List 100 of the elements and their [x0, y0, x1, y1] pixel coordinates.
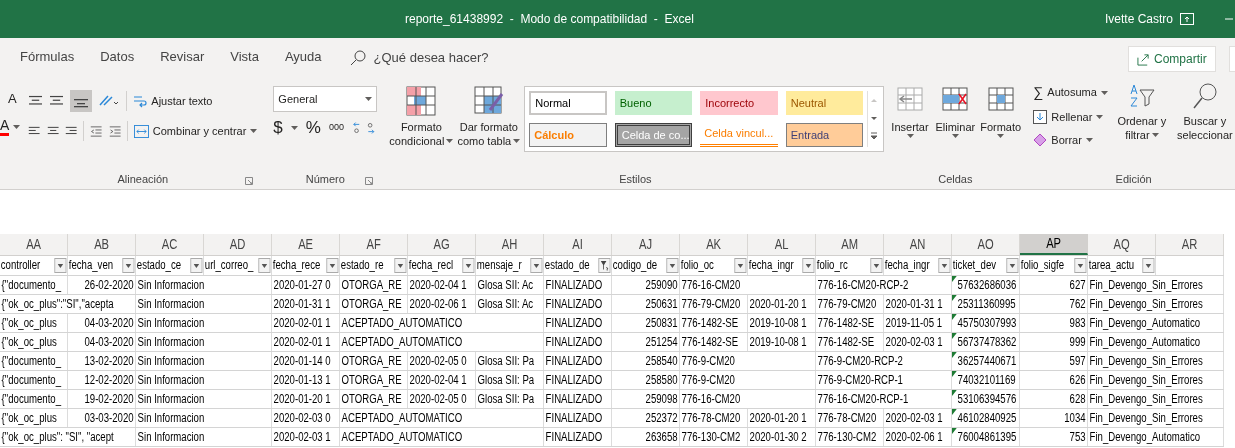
filter-icon[interactable] [598, 258, 611, 273]
table-cell-text: {"ok_oc_plus": "SI", "acept [1, 429, 114, 446]
caret-icon [365, 97, 373, 101]
table-cell-text: 2019-11-05 1 [885, 315, 942, 332]
percent-button[interactable]: % [305, 115, 321, 141]
table-cell-text: 258580 [645, 372, 678, 389]
column-header[interactable]: AN [884, 234, 952, 255]
delete-cells-button[interactable]: Eliminar [934, 86, 976, 138]
table-cell-text: Sin Informacion [137, 391, 205, 408]
column-header[interactable]: AK [680, 234, 748, 255]
error-indicator-icon[interactable] [952, 428, 957, 434]
table-cell-text: 2020-01-20 1 [749, 410, 807, 427]
column-header[interactable]: AC [136, 234, 204, 255]
table-cell-text: 2019-10-08 1 [749, 334, 807, 351]
column-header[interactable]: AP [1020, 234, 1088, 255]
ribbon-tab[interactable]: Datos [100, 47, 135, 69]
table-cell-text: FINALIZADO [545, 410, 603, 427]
column-header[interactable]: AB [68, 234, 136, 255]
ribbon-tab[interactable]: Fórmulas [20, 47, 75, 69]
user-name: Ivette Castro [1105, 11, 1174, 28]
table-cell-text: 2019-10-08 1 [749, 315, 807, 332]
error-indicator-icon[interactable] [952, 371, 957, 377]
column-header[interactable]: AR [1156, 234, 1224, 255]
format-as-table-button[interactable]: Dar formato como tabla [457, 86, 521, 152]
table-cell-text: ACEPTADO_AUTOMATICO [341, 429, 463, 446]
currency-button[interactable]: $ [273, 115, 283, 141]
table-cell-text: 776-1482-SE [817, 334, 875, 351]
column-header[interactable]: AI [544, 234, 612, 255]
column-header[interactable]: AJ [612, 234, 680, 255]
autosum-button[interactable]: ∑ Autosuma [1033, 82, 1108, 103]
column-header[interactable]: AA [0, 234, 68, 255]
caret-icon [513, 139, 521, 143]
table-cell-text: 776-130-CM2 [817, 429, 877, 446]
error-indicator-icon[interactable] [952, 333, 957, 339]
dialog-launcher-icon[interactable] [365, 177, 374, 185]
table-cell-text: {"documento_ [1, 353, 62, 370]
share-icon [1137, 52, 1150, 66]
caret-icon [1151, 133, 1159, 137]
dialog-launcher-icon[interactable] [245, 177, 254, 185]
cell-style-option[interactable]: Neutral [785, 91, 864, 115]
column-header[interactable]: AL [748, 234, 816, 255]
column-header[interactable]: AE [272, 234, 340, 255]
align-top-icon[interactable] [28, 94, 44, 108]
table-cell-text: 2020-02-06 1 [885, 429, 943, 446]
column-header[interactable]: AD [204, 234, 272, 255]
tell-me-search[interactable]: ¿Qué desea hacer? [349, 48, 489, 68]
cell-style-option[interactable]: Bueno [614, 91, 693, 115]
table-header-cell-text: codigo_de [612, 257, 658, 274]
table-cell-text: 2020-01-31 1 [885, 296, 943, 313]
format-cells-button[interactable]: Formato [980, 86, 1022, 138]
table-cell-text: {"ok_oc_plus [1, 334, 57, 351]
number-format-dropdown[interactable]: General [273, 86, 378, 112]
error-indicator-icon[interactable] [952, 409, 957, 415]
error-indicator-icon[interactable] [952, 276, 957, 282]
table-header-cell-text: ticket_dev [952, 257, 997, 274]
table-cell-text: 2020-02-03 1 [885, 410, 943, 427]
ribbon-tab[interactable]: Ayuda [284, 47, 322, 69]
group-label: Alineación [117, 171, 169, 187]
find-select-button[interactable]: Buscar y seleccionar [1175, 82, 1234, 148]
decimals-icon[interactable] [351, 120, 378, 136]
share-button[interactable]: Compartir [1128, 46, 1216, 72]
table-cell-text: 2020-02-03 0 [273, 410, 331, 427]
thousands-button[interactable]: 000 [328, 121, 344, 135]
table-cell-text: 45750307993 [957, 315, 1017, 332]
merge-center-button[interactable]: Combinar y centrar [133, 122, 258, 140]
column-header[interactable]: AM [816, 234, 884, 255]
error-indicator-icon[interactable] [952, 352, 957, 358]
wrap-text-button[interactable]: Ajustar texto [133, 92, 213, 110]
table-cell-text: Fin_Devengo_Sin_Errores [1089, 372, 1203, 389]
cell-style-option[interactable]: Incorrecto [700, 91, 778, 115]
error-indicator-icon[interactable] [952, 295, 957, 301]
error-indicator-icon[interactable] [952, 314, 957, 320]
clear-button[interactable]: Borrar [1033, 131, 1108, 148]
table-cell-text: ACEPTADO_AUTOMATICO [341, 334, 463, 351]
ribbon-tab[interactable]: Revisar [160, 47, 205, 69]
font-color-button[interactable]: A [0, 118, 10, 136]
sort-filter-button[interactable]: Ordenar y filtrar [1115, 82, 1168, 148]
table-cell-text: {"ok_oc_plus":"SI","acepta [1, 296, 114, 313]
grow-font-button[interactable]: A [8, 89, 17, 109]
column-header[interactable]: AF [340, 234, 408, 255]
column-header[interactable]: AH [476, 234, 544, 255]
table-cell-text: 53106394576 [957, 391, 1017, 408]
align-middle-icon[interactable] [49, 94, 65, 108]
caret-icon [446, 139, 454, 143]
cell-style-option[interactable]: Normal [529, 91, 607, 115]
conditional-format-button[interactable]: Formato condicional [389, 86, 454, 152]
cell-style-option[interactable]: Entrada [785, 123, 864, 147]
ribbon-tab[interactable]: Vista [230, 47, 259, 69]
eraser-icon [1033, 132, 1048, 147]
table-cell-text: 776-16-CM20-RCP-1 [817, 391, 909, 408]
insert-cells-button[interactable]: Insertar [889, 86, 931, 138]
table-header-cell-text: folio_rc [816, 257, 848, 274]
fill-button[interactable]: Rellenar [1033, 109, 1108, 126]
align-bottom-button[interactable] [70, 90, 93, 112]
table-cell-text: OTORGA_RE [341, 296, 402, 313]
column-header[interactable]: AG [408, 234, 476, 255]
column-header[interactable]: AQ [1088, 234, 1156, 255]
error-indicator-icon[interactable] [952, 390, 957, 396]
ribbon-display-icon[interactable] [1180, 13, 1194, 25]
search-icon [1190, 82, 1219, 110]
